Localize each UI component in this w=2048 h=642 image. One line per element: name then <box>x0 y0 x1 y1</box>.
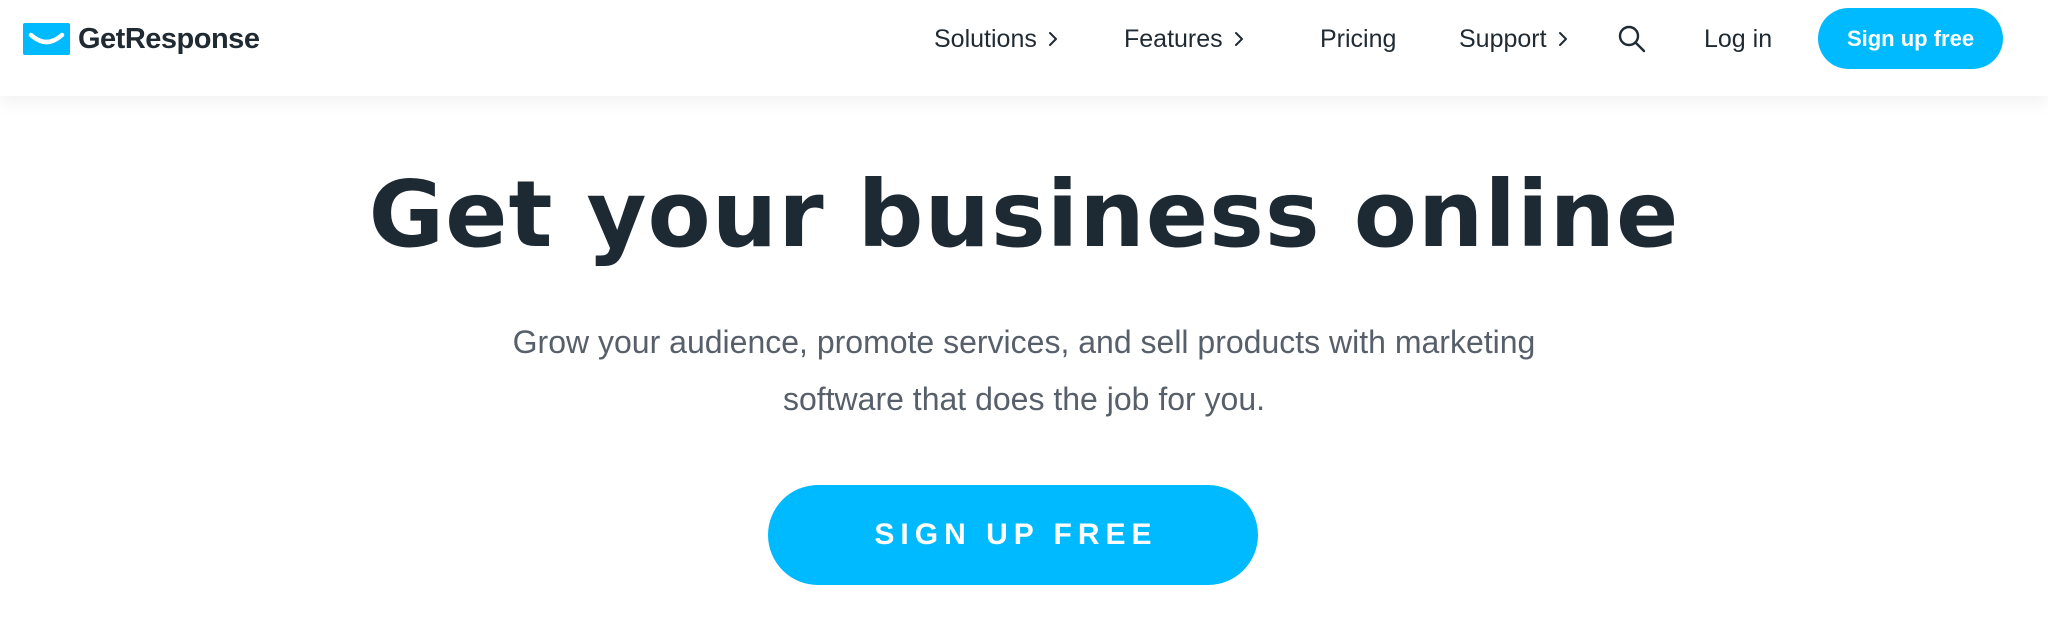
nav-item-pricing[interactable]: Pricing <box>1320 20 1396 58</box>
hero-title: Get your business online <box>368 161 1680 268</box>
logo[interactable]: GetResponse <box>23 20 260 58</box>
nav-item-label: Features <box>1124 24 1223 53</box>
signup-button[interactable]: Sign up free <box>1818 8 2003 69</box>
chevron-right-icon <box>1234 32 1243 46</box>
chevron-right-icon <box>1048 32 1057 46</box>
getresponse-logo-icon <box>23 23 70 55</box>
login-link[interactable]: Log in <box>1704 20 1772 58</box>
hero-subtitle: Grow your audience, promote services, an… <box>512 324 1536 417</box>
site-header: GetResponse Solutions Features Pricing S… <box>0 0 2048 96</box>
nav-item-label: Pricing <box>1320 24 1397 53</box>
nav-item-label: Support <box>1459 24 1547 53</box>
nav-item-support[interactable]: Support <box>1459 20 1568 58</box>
nav-item-features[interactable]: Features <box>1124 20 1244 58</box>
nav-item-solutions[interactable]: Solutions <box>934 20 1058 58</box>
hero-signup-button[interactable]: SIGN UP FREE <box>768 485 1258 585</box>
search-icon[interactable] <box>1617 24 1647 54</box>
hero-section: Get your business online Grow your audie… <box>0 96 2048 642</box>
brand-name: GetResponse <box>78 23 260 55</box>
nav-item-label: Solutions <box>934 24 1037 53</box>
chevron-right-icon <box>1558 32 1567 46</box>
